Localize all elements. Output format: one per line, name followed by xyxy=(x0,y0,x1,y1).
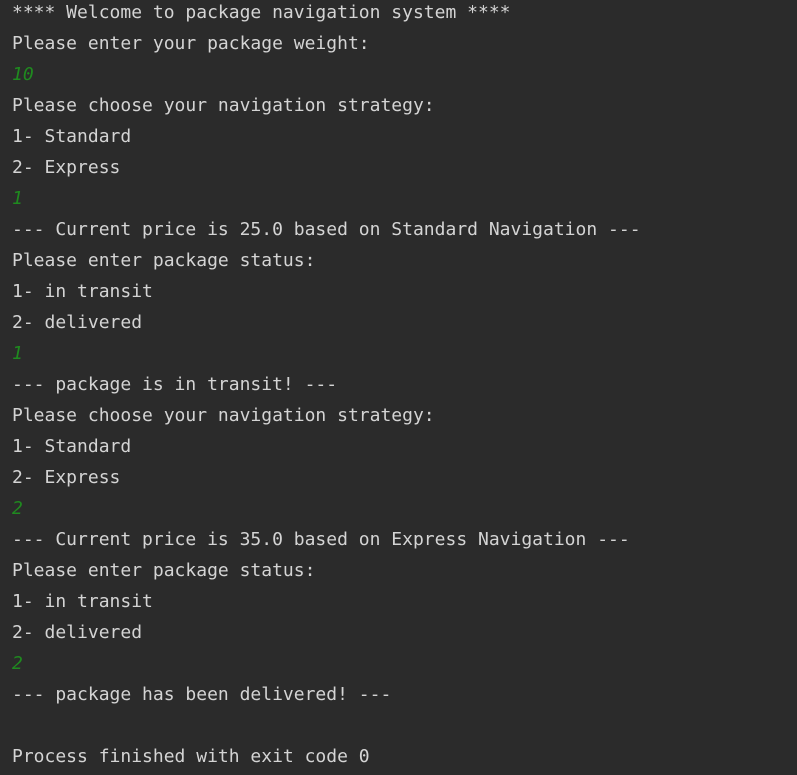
user-input-line: 1 xyxy=(12,188,23,209)
console-line: --- Current price is 25.0 based on Stand… xyxy=(12,219,641,240)
console-line: 2- delivered xyxy=(12,622,143,643)
console-line: Please enter package status: xyxy=(12,250,316,271)
console-line: 1- in transit xyxy=(12,591,153,612)
user-input-line: 10 xyxy=(12,64,34,85)
process-exit-message: Process finished with exit code 0 xyxy=(12,746,370,767)
console-line: **** Welcome to package navigation syste… xyxy=(12,2,511,23)
console-line: --- Current price is 35.0 based on Expre… xyxy=(12,529,630,550)
console-line: 2- Express xyxy=(12,467,121,488)
user-input-line: 2 xyxy=(12,498,23,519)
console-line: Please choose your navigation strategy: xyxy=(12,405,435,426)
console-line: --- package has been delivered! --- xyxy=(12,684,392,705)
console-line: 2- Express xyxy=(12,157,121,178)
console-line: Please enter your package weight: xyxy=(12,33,370,54)
console-line: --- package is in transit! --- xyxy=(12,374,338,395)
console-line: 1- in transit xyxy=(12,281,153,302)
console-output[interactable]: **** Welcome to package navigation syste… xyxy=(0,0,797,770)
console-line: Please choose your navigation strategy: xyxy=(12,95,435,116)
console-line: 2- delivered xyxy=(12,312,143,333)
user-input-line: 1 xyxy=(12,343,23,364)
console-line: 1- Standard xyxy=(12,436,132,457)
console-line: 1- Standard xyxy=(12,126,132,147)
console-line: Please enter package status: xyxy=(12,560,316,581)
user-input-line: 2 xyxy=(12,653,23,674)
